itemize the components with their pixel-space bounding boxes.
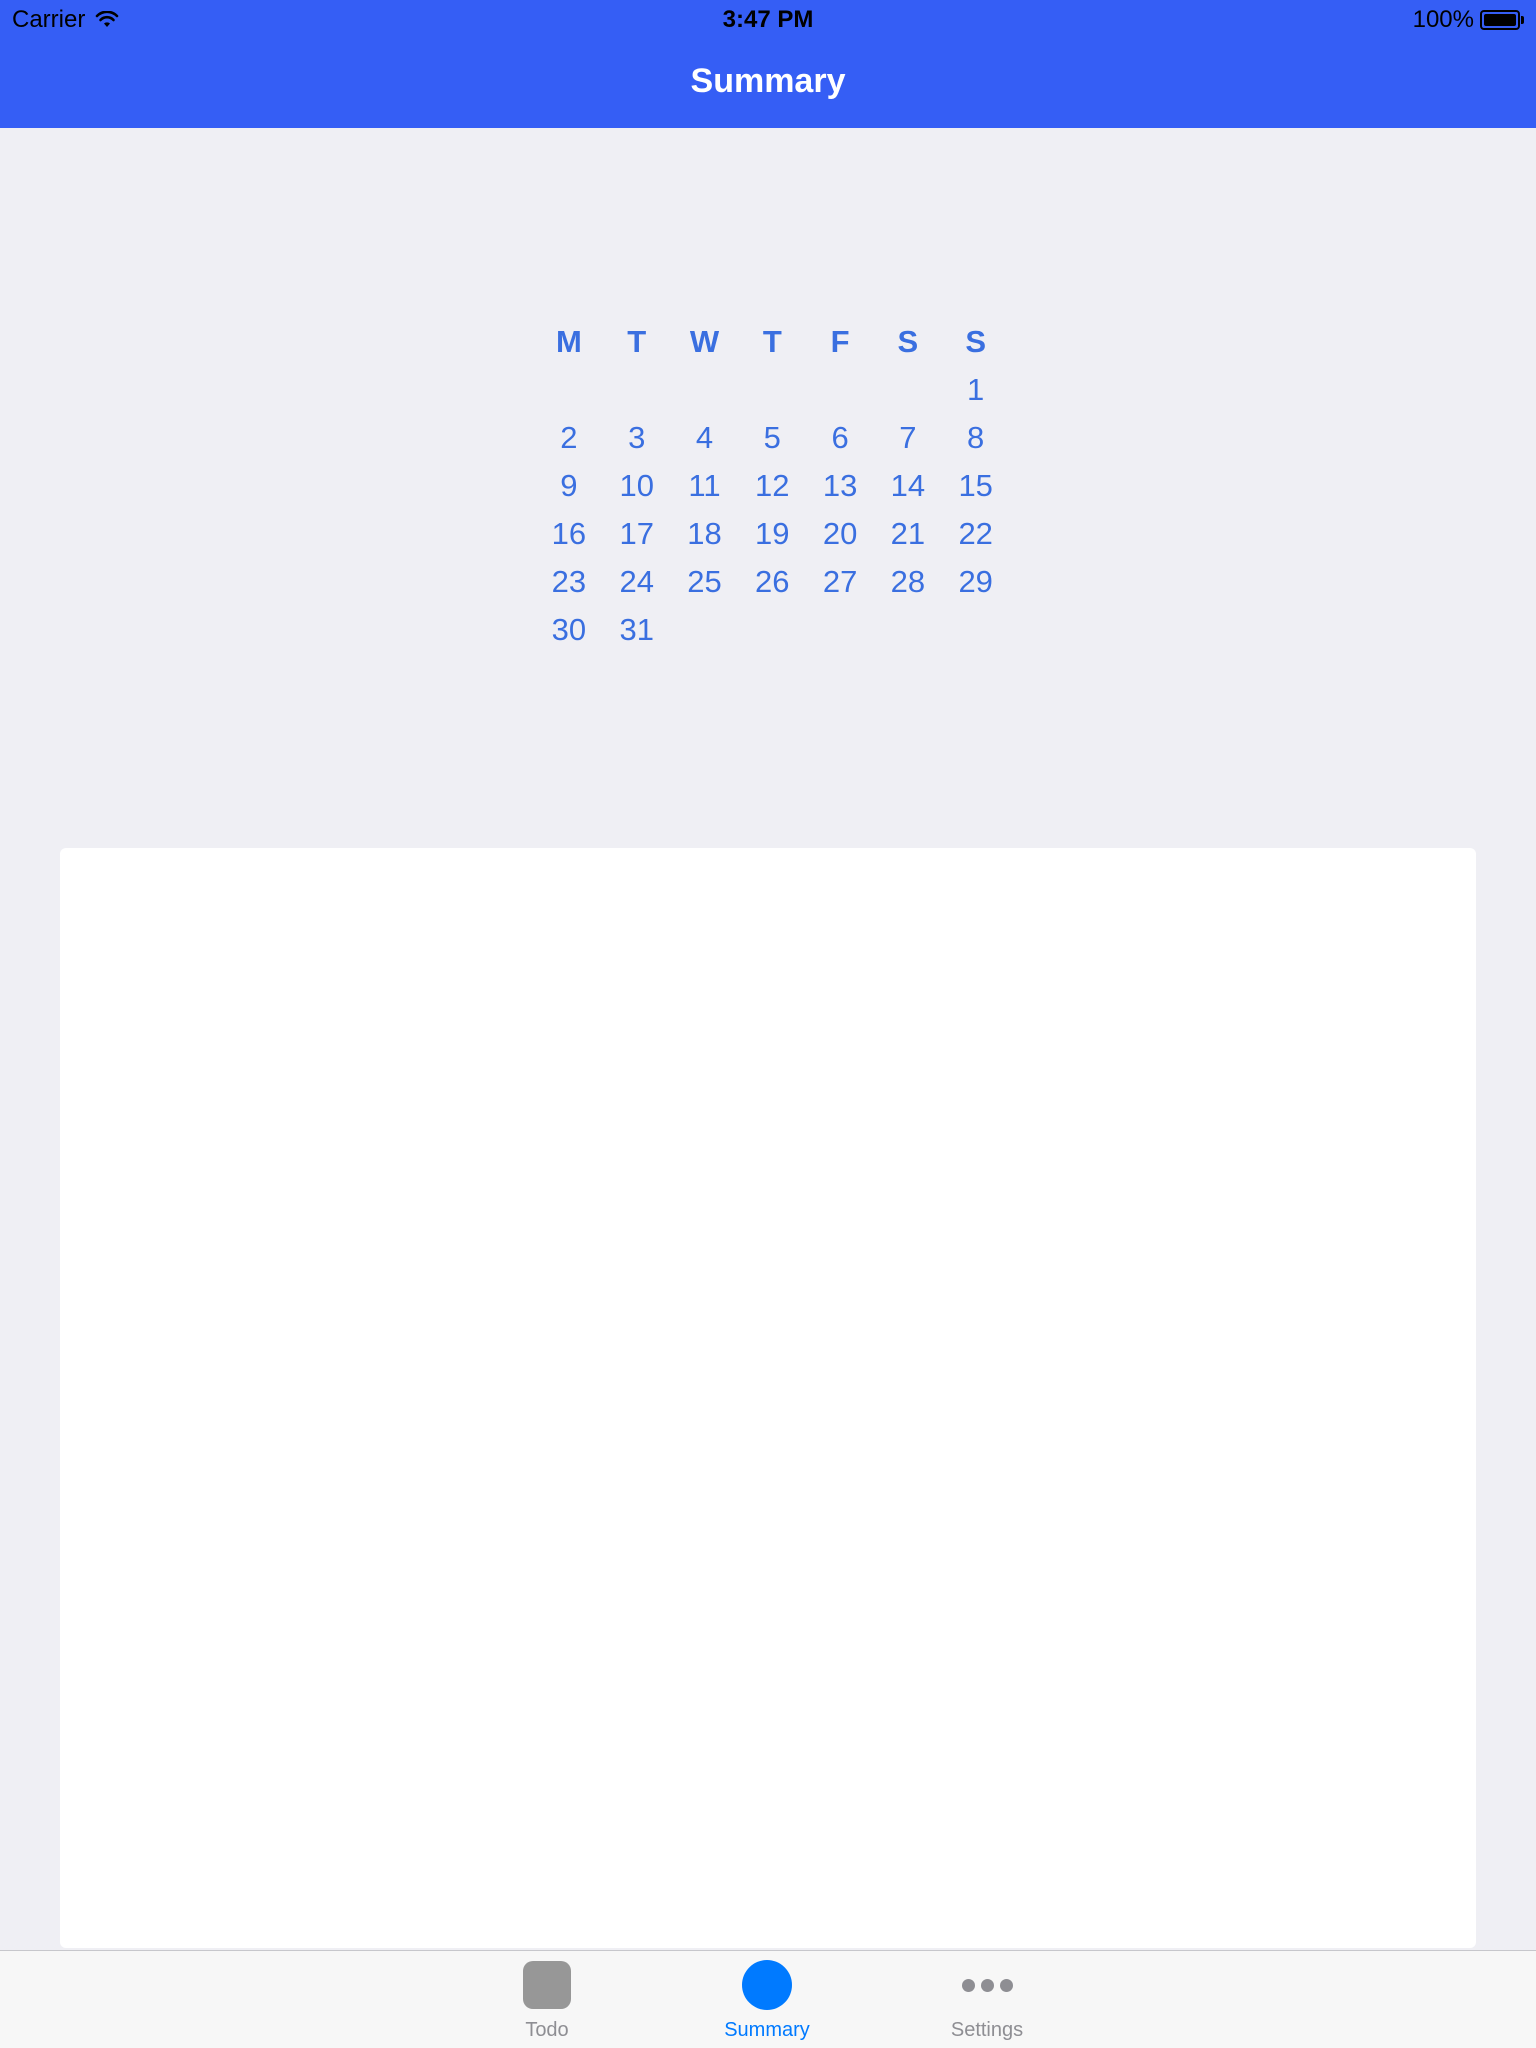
summary-content-panel: [60, 848, 1476, 1948]
calendar-day[interactable]: 11: [671, 462, 739, 510]
calendar-day[interactable]: 3: [603, 414, 671, 462]
weekday-label: T: [762, 324, 782, 359]
calendar-day[interactable]: 21: [874, 510, 942, 558]
calendar-week-row: 2345678: [535, 414, 1010, 462]
calendar-empty-cell: [806, 366, 874, 414]
weekday-label: W: [689, 324, 720, 359]
tab-label: Settings: [950, 2019, 1024, 2041]
tab-label: Summary: [724, 2019, 810, 2041]
tab-bar: Todo Summary Settings: [0, 1950, 1536, 2048]
month-calendar: M T W T F S S 1 2 3 4 5 6 7 8 9 10 11 12 13 14 15 16 17 1…: [535, 318, 1010, 654]
calendar-day[interactable]: 28: [874, 558, 942, 606]
calendar-day[interactable]: 14: [874, 462, 942, 510]
calendar-week-row: 9 10 11 12 13 14 15: [535, 462, 1010, 510]
summary-icon: [742, 1960, 792, 2010]
weekday-label: T: [627, 324, 647, 359]
calendar-day[interactable]: 22: [942, 510, 1010, 558]
calendar-day[interactable]: 9: [535, 462, 603, 510]
calendar-empty-cell: [603, 366, 671, 414]
calendar-week-row: 30 31: [535, 606, 1010, 654]
tab-summary[interactable]: Summary: [692, 1959, 842, 2042]
tab-todo[interactable]: Todo: [472, 1959, 622, 2042]
weekday-label: S: [897, 324, 919, 359]
calendar-day[interactable]: 25: [671, 558, 739, 606]
calendar-empty-cell: [671, 366, 739, 414]
calendar-day[interactable]: 27: [806, 558, 874, 606]
status-time: 3:47 PM: [722, 6, 814, 33]
weekday-label: M: [555, 324, 582, 359]
calendar-day[interactable]: 26: [738, 558, 806, 606]
calendar-day[interactable]: 16: [535, 510, 603, 558]
calendar-day[interactable]: 30: [535, 606, 603, 654]
calendar-empty-cell: [738, 606, 806, 654]
calendar-day[interactable]: 4: [671, 414, 739, 462]
calendar-week-row: 1: [535, 366, 1010, 414]
calendar-day[interactable]: 10: [603, 462, 671, 510]
tab-settings[interactable]: Settings: [912, 1959, 1062, 2042]
weekday-label: S: [965, 324, 987, 359]
calendar-day[interactable]: 18: [671, 510, 739, 558]
todo-icon: [523, 1961, 571, 2009]
calendar-empty-cell: [942, 606, 1010, 654]
calendar-day[interactable]: 29: [942, 558, 1010, 606]
calendar-day[interactable]: 20: [806, 510, 874, 558]
calendar-empty-cell: [738, 366, 806, 414]
tab-label: Todo: [525, 2019, 569, 2041]
navigation-header: Carrier 3:47 PM 100% Summary: [0, 0, 1536, 128]
calendar-empty-cell: [874, 606, 942, 654]
calendar-day[interactable]: 1: [942, 366, 1010, 414]
weekday-header: M T W T F S S: [535, 318, 1010, 366]
calendar-week-row: 16 17 18 19 20 21 22: [535, 510, 1010, 558]
status-bar: Carrier 3:47 PM 100%: [0, 0, 1536, 40]
calendar-day[interactable]: 8: [942, 414, 1010, 462]
calendar-day[interactable]: 7: [874, 414, 942, 462]
calendar-day[interactable]: 23: [535, 558, 603, 606]
calendar-day[interactable]: 19: [738, 510, 806, 558]
calendar-day[interactable]: 12: [738, 462, 806, 510]
calendar-empty-cell: [535, 366, 603, 414]
calendar-day[interactable]: 6: [806, 414, 874, 462]
calendar-day[interactable]: 17: [603, 510, 671, 558]
calendar-week-row: 23 24 25 26 27 28 29: [535, 558, 1010, 606]
battery-icon: [1480, 10, 1524, 30]
calendar-empty-cell: [874, 366, 942, 414]
calendar-day[interactable]: 15: [942, 462, 1010, 510]
calendar-day[interactable]: 13: [806, 462, 874, 510]
calendar-days-grid: 1 2 3 4 5 6 7 8 9 10 11 12 13 14 15 16 17 18 19 20 21 22 23 24 2…: [535, 366, 1010, 654]
calendar-empty-cell: [671, 606, 739, 654]
page-title: Summary: [690, 62, 846, 100]
battery-percentage: 100%: [1412, 6, 1474, 33]
more-icon: [961, 1978, 1013, 1992]
calendar-day[interactable]: 24: [603, 558, 671, 606]
calendar-day[interactable]: 5: [738, 414, 806, 462]
status-right: 100%: [1413, 6, 1524, 34]
calendar-empty-cell: [806, 606, 874, 654]
weekday-label: F: [830, 324, 850, 359]
calendar-day[interactable]: 31: [603, 606, 671, 654]
calendar-day[interactable]: 2: [535, 414, 603, 462]
